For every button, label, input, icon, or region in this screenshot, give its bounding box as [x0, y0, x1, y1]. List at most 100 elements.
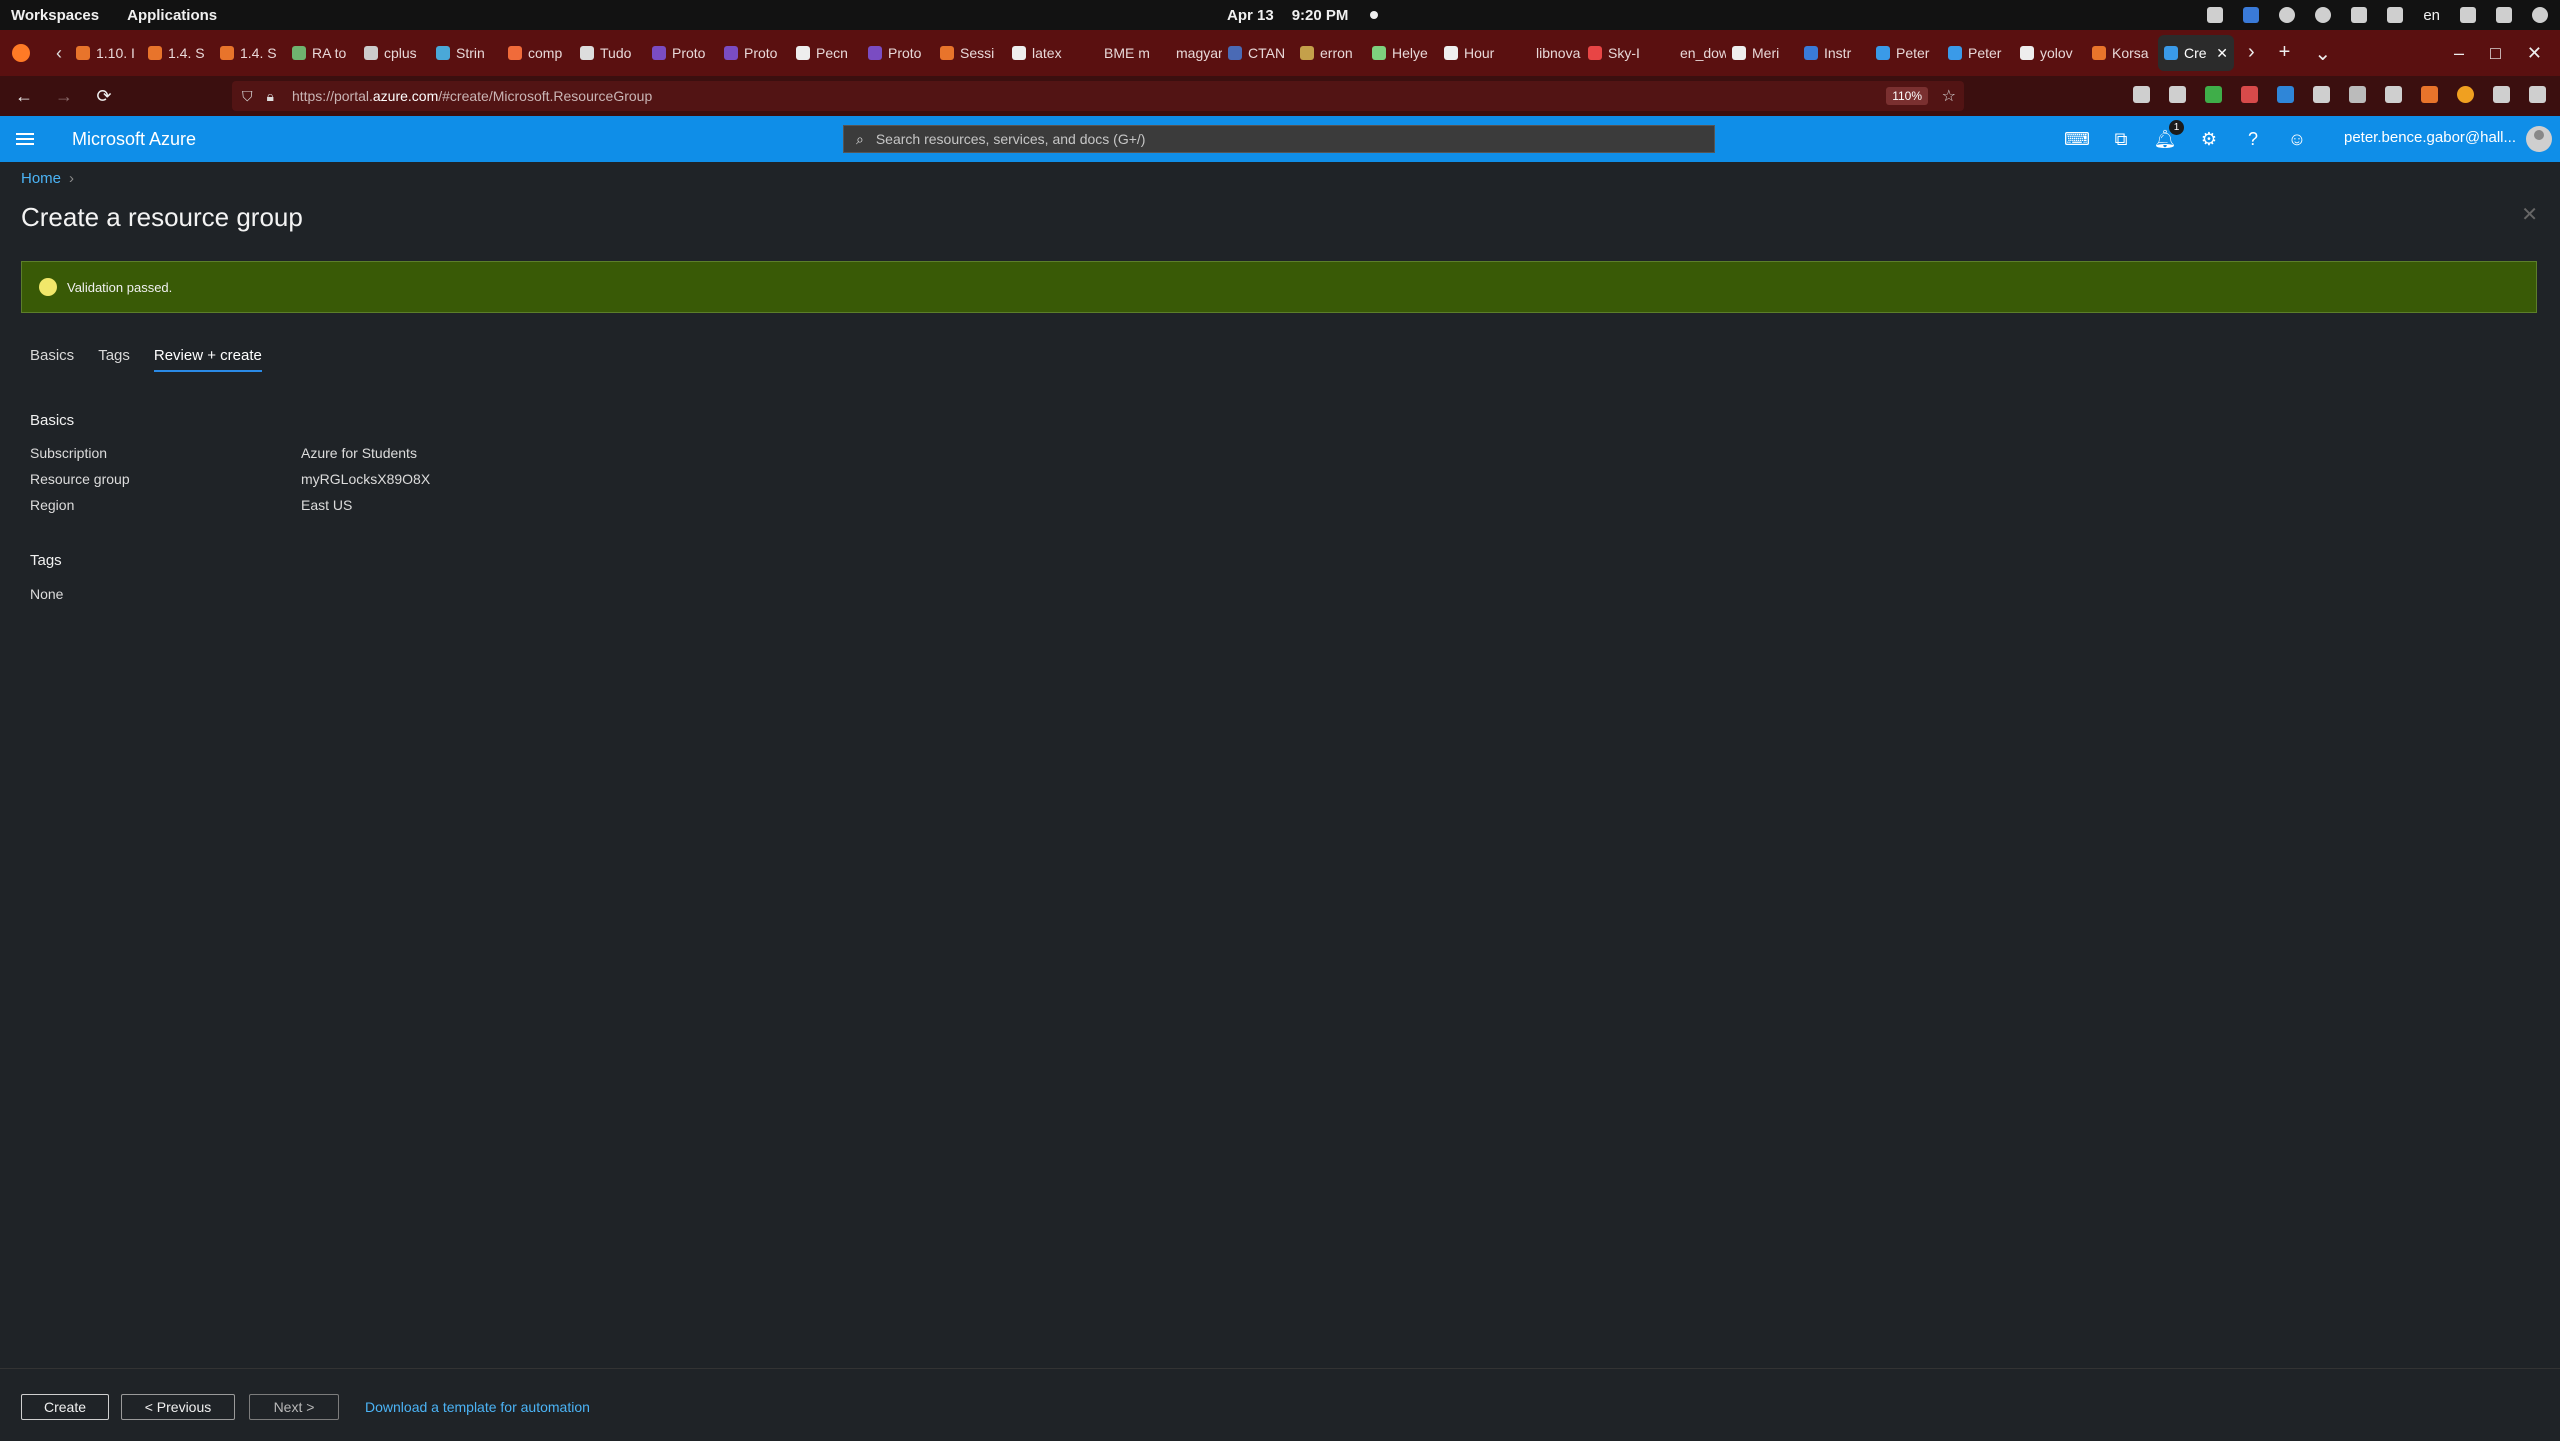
close-blade-icon[interactable]: ✕ — [2521, 202, 2538, 227]
previous-button[interactable]: < Previous — [121, 1394, 235, 1420]
directory-filter-icon[interactable]: ⧉ — [2110, 128, 2132, 150]
browser-tab[interactable]: yolov — [2014, 35, 2086, 71]
extensions-puzzle-icon[interactable] — [2493, 86, 2510, 103]
clock[interactable]: Apr 13 9:20 PM — [1227, 7, 1379, 24]
browser-tab[interactable]: Instr — [1798, 35, 1870, 71]
reload-icon[interactable]: ⟳ — [84, 86, 124, 107]
account-name[interactable]: peter.bence.gabor@hall... — [2344, 129, 2516, 146]
settings-gear-icon[interactable]: ⚙ — [2198, 128, 2220, 150]
browser-tab[interactable]: Helye — [1366, 35, 1438, 71]
extension-blue-icon[interactable] — [2277, 86, 2294, 103]
help-icon[interactable]: ? — [2242, 128, 2264, 150]
maximize-window-icon[interactable]: □ — [2490, 43, 2501, 64]
browser-tab[interactable]: libnova — [1510, 35, 1582, 71]
browser-tab[interactable]: cplus — [358, 35, 430, 71]
browser-tab[interactable]: Strin — [430, 35, 502, 71]
feedback-icon[interactable]: ☺ — [2286, 128, 2308, 150]
breadcrumb-home-link[interactable]: Home — [21, 170, 61, 187]
new-tab-icon[interactable]: + — [2279, 41, 2291, 66]
downloads-icon[interactable] — [2169, 86, 2186, 103]
bookmark-star-icon[interactable]: ☆ — [1942, 86, 1956, 106]
forward-icon[interactable]: → — [44, 86, 84, 107]
browser-tab[interactable]: CTAN — [1222, 35, 1294, 71]
extension-green-icon[interactable] — [2205, 86, 2222, 103]
browser-tab[interactable]: 1.10. I — [70, 35, 142, 71]
tray-app-icon[interactable] — [2207, 7, 2224, 23]
tab-title: RA to — [312, 45, 347, 61]
avatar[interactable] — [2526, 126, 2552, 152]
browser-tab[interactable]: Korsa — [2086, 35, 2158, 71]
browser-tab[interactable]: Tudo — [574, 35, 646, 71]
browser-tab[interactable]: RA to — [286, 35, 358, 71]
browser-tab[interactable]: BME mat — [1078, 35, 1150, 71]
browser-tab-active[interactable]: Cre ✕ — [2158, 35, 2234, 71]
minimize-window-icon[interactable]: – — [2454, 43, 2464, 64]
create-button[interactable]: Create — [21, 1394, 109, 1420]
list-all-tabs-icon[interactable]: ⌄ — [2314, 41, 2331, 66]
extension-red-icon[interactable] — [2241, 86, 2258, 103]
tab-scroll-right-icon[interactable]: › — [2248, 41, 2255, 66]
browser-tab[interactable]: magyarlo — [1150, 35, 1222, 71]
browser-tab[interactable]: Proto — [718, 35, 790, 71]
cloud-shell-icon[interactable]: ⌨ — [2064, 128, 2090, 150]
extension-orange-icon[interactable] — [2457, 86, 2474, 103]
download-template-link[interactable]: Download a template for automation — [365, 1399, 590, 1415]
tray-vscode-icon[interactable] — [2243, 7, 2260, 23]
address-bar[interactable]: ⛉ 🔒︎ https://portal.azure.com/#create/Mi… — [232, 81, 1964, 111]
portal-menu-icon[interactable] — [16, 133, 34, 145]
browser-tab[interactable]: 1.4. S — [142, 35, 214, 71]
browser-tab[interactable]: 1.4. S — [214, 35, 286, 71]
page-title: Create a resource group — [21, 202, 303, 232]
applications-menu[interactable]: Applications — [127, 7, 217, 24]
volume-icon[interactable] — [2496, 7, 2512, 23]
browser-tab[interactable]: Hour — [1438, 35, 1510, 71]
browser-tab[interactable]: Sessi — [934, 35, 1006, 71]
tab-tags[interactable]: Tags — [98, 347, 130, 372]
tray-steam-icon[interactable] — [2315, 7, 2332, 23]
tray-display-icon[interactable] — [2460, 7, 2476, 23]
firefox-icon[interactable] — [12, 44, 30, 62]
notifications-bell-icon[interactable]: 🔔︎ 1 — [2154, 120, 2184, 150]
tray-app2-icon[interactable] — [2351, 7, 2368, 23]
tray-network-icon[interactable] — [2387, 7, 2404, 23]
header-toolbar: ⌨ ⧉ 🔔︎ 1 ⚙ ? ☺ — [2064, 116, 2308, 162]
extension-mask-icon[interactable] — [2349, 86, 2366, 103]
extension-screen-icon[interactable] — [2385, 86, 2402, 103]
tab-basics[interactable]: Basics — [30, 347, 74, 372]
next-button[interactable]: Next > — [249, 1394, 339, 1420]
lock-icon[interactable]: 🔒︎ — [267, 88, 274, 105]
keyboard-language[interactable]: en — [2423, 7, 2440, 24]
pocket-icon[interactable] — [2133, 86, 2150, 103]
browser-tab[interactable]: Sky-I — [1582, 35, 1654, 71]
global-search-box[interactable]: ⌕ — [843, 125, 1715, 153]
tracking-shield-icon[interactable]: ⛉ — [242, 88, 253, 105]
tab-review-create[interactable]: Review + create — [153, 347, 262, 372]
browser-tab[interactable]: Meri — [1726, 35, 1798, 71]
url-text[interactable]: https://portal.azure.com/#create/Microso… — [292, 88, 652, 104]
power-icon[interactable] — [2532, 7, 2548, 23]
create-resource-group-blade: Home › Create a resource group ✕ Validati… — [0, 162, 2560, 1368]
close-window-icon[interactable]: ✕ — [2527, 43, 2542, 64]
browser-tab[interactable]: Peter — [1870, 35, 1942, 71]
search-icon: ⌕ — [856, 130, 864, 147]
app-menu-icon[interactable] — [2529, 86, 2546, 103]
browser-tab[interactable]: latex — [1006, 35, 1078, 71]
tab-list: 1.10. I 1.4. S 1.4. S RA to cplus Strin comp Tu… — [70, 30, 2158, 76]
browser-tab[interactable]: en_down — [1654, 35, 1726, 71]
search-input[interactable] — [873, 130, 1698, 148]
browser-tab[interactable]: Proto — [646, 35, 718, 71]
extension-cloud-icon[interactable] — [2313, 86, 2330, 103]
close-tab-icon[interactable]: ✕ — [2216, 45, 2228, 62]
azure-brand[interactable]: Microsoft Azure — [72, 129, 196, 150]
browser-tab[interactable]: comp — [502, 35, 574, 71]
zoom-level-badge[interactable]: 110% — [1886, 87, 1928, 105]
workspaces-menu[interactable]: Workspaces — [11, 7, 99, 24]
extension-fox-icon[interactable] — [2421, 86, 2438, 103]
back-icon[interactable]: ← — [4, 86, 44, 107]
browser-tab[interactable]: Proto — [862, 35, 934, 71]
tab-scroll-left-icon[interactable]: ‹ — [48, 43, 70, 64]
tray-discord-icon[interactable] — [2279, 7, 2296, 23]
browser-tab[interactable]: erron — [1294, 35, 1366, 71]
browser-tab[interactable]: Pecn — [790, 35, 862, 71]
browser-tab[interactable]: Peter — [1942, 35, 2014, 71]
